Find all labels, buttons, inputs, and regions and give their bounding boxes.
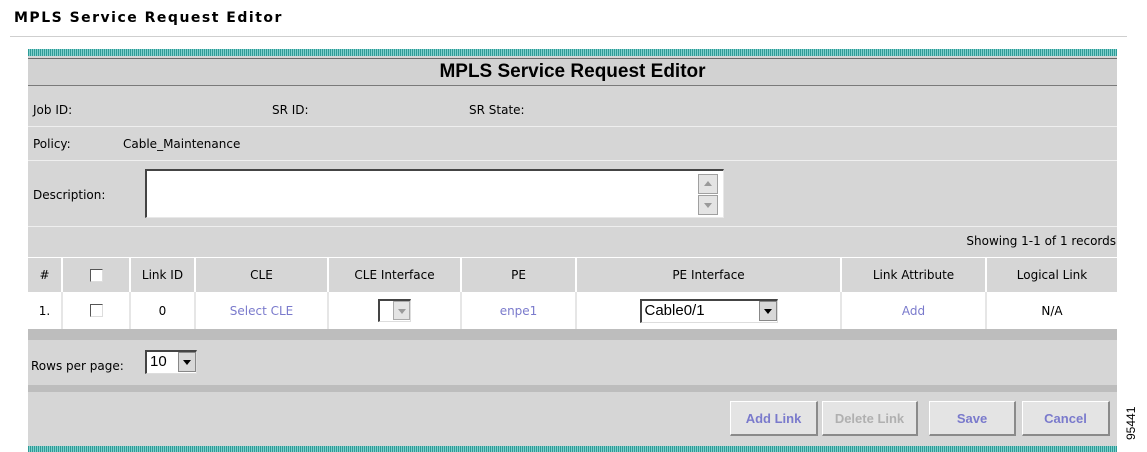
- select-cle-link[interactable]: Select CLE: [196, 292, 329, 329]
- row-separator: [28, 226, 1117, 227]
- column-header-index: #: [28, 257, 63, 292]
- rows-per-page-label: Rows per page:: [31, 359, 124, 373]
- pe-interface-value: Cable0/1: [644, 301, 705, 319]
- table-footer-band: [28, 329, 1117, 340]
- row-separator: [28, 126, 1117, 127]
- description-textarea[interactable]: [145, 169, 724, 218]
- figure-id: 95441: [1124, 406, 1138, 440]
- add-link-button[interactable]: Add Link: [730, 401, 818, 436]
- column-header-cle: CLE: [196, 257, 329, 292]
- policy-value: Cable_Maintenance: [123, 137, 241, 151]
- column-header-pe-interface: PE Interface: [577, 257, 842, 292]
- sr-state-label: SR State:: [469, 103, 525, 117]
- logical-link-value: N/A: [1041, 303, 1063, 318]
- column-header-select-all: [63, 257, 131, 292]
- job-id-label: Job ID:: [33, 103, 73, 117]
- row-checkbox[interactable]: [89, 304, 103, 317]
- table-header: # Link ID CLE CLE Interface PE PE Interf…: [28, 257, 1117, 292]
- link-attribute-add-link[interactable]: Add: [842, 292, 987, 329]
- editor-title: MPLS Service Request Editor: [28, 58, 1117, 86]
- teal-bottom-bar: [28, 446, 1117, 452]
- cle-interface-cell: [329, 292, 462, 329]
- chevron-down-icon: [758, 300, 777, 321]
- title-divider: [10, 36, 1127, 37]
- row-select-cell: [63, 292, 131, 329]
- actions-separator-band: [28, 385, 1117, 392]
- pe-link[interactable]: enpe1: [462, 292, 577, 329]
- column-header-link-id: Link ID: [131, 257, 196, 292]
- column-header-pe: PE: [462, 257, 577, 292]
- pe-interface-select[interactable]: Cable0/1: [639, 298, 778, 323]
- sr-id-label: SR ID:: [272, 103, 309, 117]
- chevron-down-icon: [178, 352, 196, 372]
- row-separator: [28, 160, 1117, 161]
- chevron-down-icon: [393, 301, 410, 320]
- select-all-checkbox[interactable]: [89, 268, 103, 282]
- column-header-logical-link: Logical Link: [987, 257, 1117, 292]
- row-link-id: 0: [131, 292, 196, 329]
- row-index: 1.: [28, 292, 63, 329]
- cle-interface-dropdown[interactable]: [378, 299, 411, 322]
- table-row: 1. 0 Select CLE enpe1 Cable0/1 Add N/A: [28, 292, 1117, 329]
- teal-top-bar: [28, 49, 1117, 56]
- column-header-link-attribute: Link Attribute: [842, 257, 987, 292]
- page-title: MPLS Service Request Editor: [14, 10, 283, 26]
- cancel-button[interactable]: Cancel: [1022, 401, 1110, 436]
- scroll-up-icon[interactable]: [698, 174, 718, 194]
- pe-interface-cell: Cable0/1: [577, 292, 842, 329]
- records-count: Showing 1-1 of 1 records: [966, 234, 1116, 248]
- description-label: Description:: [33, 188, 106, 202]
- column-header-cle-interface: CLE Interface: [329, 257, 462, 292]
- rows-per-page-value: 10: [150, 353, 167, 370]
- delete-link-button[interactable]: Delete Link: [822, 401, 918, 436]
- rows-per-page-select[interactable]: 10: [145, 350, 197, 374]
- scroll-down-icon[interactable]: [698, 195, 718, 215]
- editor-panel: MPLS Service Request Editor Job ID: SR I…: [28, 49, 1117, 452]
- save-button[interactable]: Save: [929, 401, 1016, 436]
- policy-label: Policy:: [33, 137, 71, 151]
